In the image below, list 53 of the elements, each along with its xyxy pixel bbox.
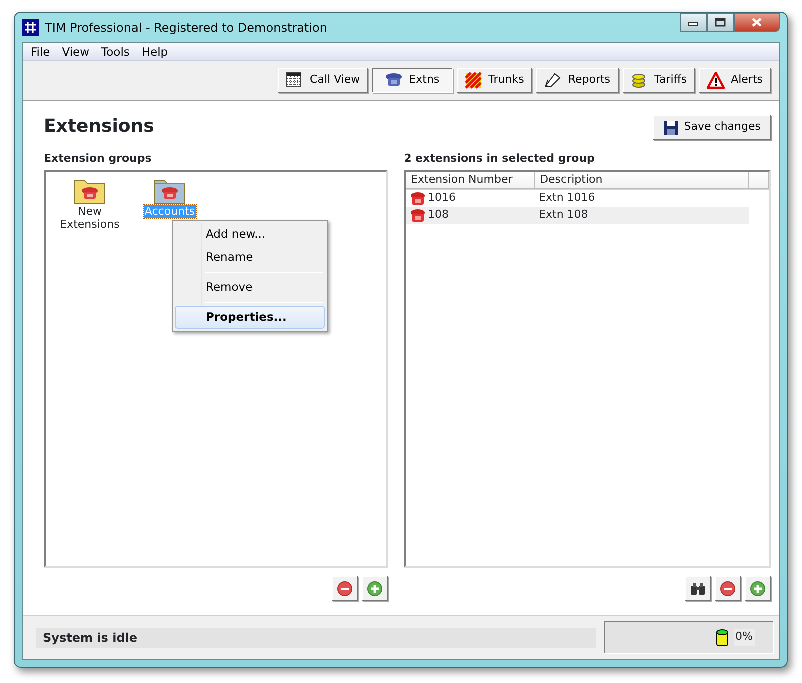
page-title: Extensions [44, 115, 154, 139]
phone-icon [410, 208, 426, 223]
warning-icon [707, 72, 726, 89]
panel-heading: Extension groups [44, 152, 153, 166]
cylinder-icon [716, 628, 729, 646]
add-button[interactable] [745, 576, 771, 601]
table-cell-text: 108 [428, 207, 450, 224]
save-button[interactable]: Save changes [653, 115, 771, 140]
table-cell-text: Extn 108 [538, 207, 590, 224]
toolbar-button[interactable]: Alerts [699, 68, 771, 93]
remove-icon [337, 580, 354, 596]
phone-icon [410, 191, 426, 206]
add-icon [750, 580, 766, 596]
maximize-icon [715, 18, 726, 27]
usage-percent: 0% [734, 629, 755, 646]
maximize-button[interactable] [707, 13, 734, 32]
close-icon [751, 17, 763, 28]
menu-item[interactable]: View [56, 44, 96, 60]
add-button[interactable] [362, 576, 388, 601]
status-message: System is idle [36, 628, 596, 648]
toolbar-button[interactable]: Extns [372, 68, 453, 93]
column-header[interactable]: Description [535, 172, 750, 189]
app-icon [22, 19, 39, 36]
toolbar-button[interactable]: Trunks [456, 68, 532, 93]
find-button[interactable] [685, 576, 711, 601]
column-header-filler [749, 172, 769, 189]
pen-icon [544, 72, 562, 89]
stripes-icon [464, 72, 483, 89]
menu-item[interactable]: Remove [175, 276, 325, 299]
toolbar-button[interactable]: Call View [278, 68, 368, 93]
menu-item[interactable]: File [25, 44, 56, 60]
menu-item[interactable]: Help [136, 44, 174, 60]
remove-button[interactable] [332, 576, 358, 601]
menu-item[interactable]: Rename [175, 246, 325, 269]
toolbar-button[interactable]: Reports [536, 68, 619, 93]
table-cell-text: Extn 1016 [538, 190, 596, 206]
add-icon [367, 580, 384, 596]
panel-heading: 2 extensions in selected group [404, 152, 596, 166]
grid-icon [286, 72, 304, 89]
group-item[interactable]: New Extensions [50, 205, 130, 231]
window-title: TIM Professional - Registered to Demonstration [45, 20, 328, 36]
menu-item[interactable]: Add new... [175, 223, 325, 246]
remove-button[interactable] [715, 576, 741, 601]
menu-item[interactable]: Tools [96, 44, 136, 60]
phone-icon [385, 72, 404, 89]
menu-item[interactable]: Properties... [175, 306, 325, 329]
column-header[interactable]: Extension Number [406, 172, 536, 189]
binoculars-icon [690, 580, 706, 596]
remove-icon [720, 580, 736, 596]
table-cell-text: 1016 [428, 190, 456, 206]
close-button[interactable] [734, 13, 780, 32]
minimize-button[interactable] [680, 13, 707, 32]
toolbar-button[interactable]: Tariffs [622, 68, 696, 93]
